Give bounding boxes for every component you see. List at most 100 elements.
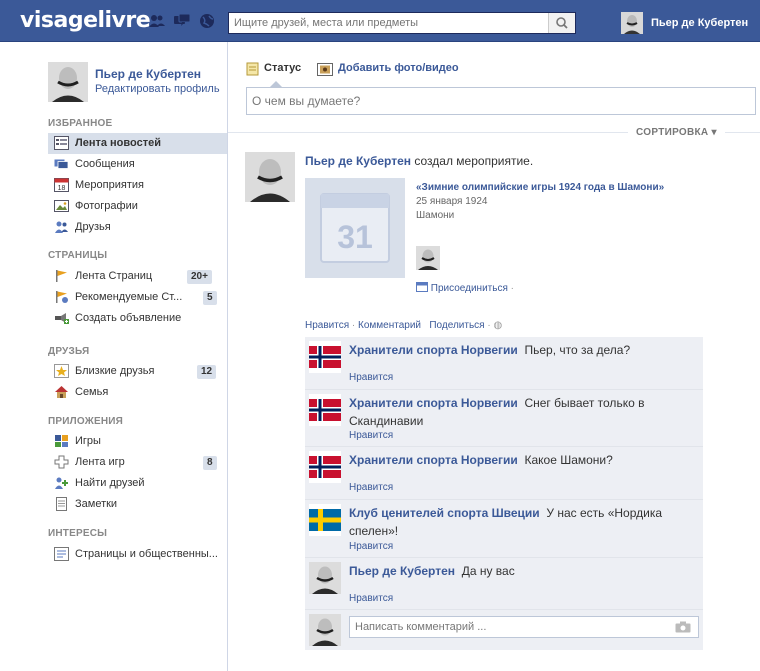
comment-author-link[interactable]: Хранители спорта Норвегии	[349, 453, 518, 467]
top-bar: visagelivre Пьер де Кубертен	[0, 0, 760, 42]
comment-author-link[interactable]: Пьер де Кубертен	[349, 564, 455, 578]
event-calendar-thumbnail[interactable]: 31	[305, 178, 405, 278]
comment-body: Хранители спорта Норвегии Какое Шамони?	[349, 451, 689, 469]
event-title-link[interactable]: «Зимние олимпийские игры 1924 года в Шам…	[416, 182, 664, 193]
photos-icon	[54, 200, 69, 212]
comment-author-link[interactable]: Хранители спорта Норвегии	[349, 396, 518, 410]
games-icon	[55, 435, 68, 447]
main-feed: Статус Добавить фото/видео О чем вы дума…	[228, 42, 760, 671]
profile-avatar[interactable]	[48, 62, 88, 102]
sidebar-item-create-ad[interactable]: Создать объявление	[48, 308, 227, 329]
add-photo-icon	[317, 63, 333, 76]
comment-body: Пьер де Кубертен Да ну вас	[349, 562, 689, 580]
flag-norway-icon[interactable]	[309, 451, 341, 483]
interests-pages-icon	[54, 547, 69, 561]
sidebar-item-find-friends[interactable]: Найти друзей	[48, 473, 227, 494]
search-icon	[556, 17, 568, 29]
comment-text: Какое Шамони?	[524, 453, 613, 467]
sidebar-item-label: Найти друзей	[75, 477, 145, 489]
sidebar-item-label: Лента игр	[75, 456, 125, 468]
comment-text: Да ну вас	[461, 564, 515, 578]
sidebar-item-close-friends[interactable]: Близкие друзья 12	[48, 361, 227, 382]
notifications-globe-icon[interactable]	[198, 13, 216, 29]
event-date: 25 января 1924	[416, 196, 488, 207]
comment-like-link[interactable]: Нравится	[349, 482, 393, 493]
count-badge: 20+	[187, 270, 212, 284]
sidebar-item-news-feed[interactable]: Лента новостей	[48, 133, 227, 154]
tab-add-photo-video[interactable]: Добавить фото/видео	[338, 62, 459, 74]
story-author-avatar[interactable]	[245, 152, 295, 202]
sidebar-item-family[interactable]: Семья	[48, 382, 227, 403]
sidebar-item-events[interactable]: 18 Мероприятия	[48, 175, 227, 196]
sidebar-item-games-feed[interactable]: Лента игр 8	[48, 452, 227, 473]
join-event-link[interactable]: Присоединиться	[431, 283, 508, 294]
sidebar-item-label: Сообщения	[75, 158, 135, 170]
profile-name[interactable]: Пьер де Кубертен	[95, 67, 201, 81]
comment-text: Пьер, что за дела?	[524, 343, 631, 357]
calendar-small-icon	[416, 282, 428, 292]
event-guest-avatar[interactable]	[416, 246, 440, 270]
current-user-avatar	[309, 614, 341, 646]
sidebar-item-interests-pages[interactable]: Страницы и общественны...	[48, 544, 227, 565]
join-event[interactable]: Присоединиться ·	[416, 282, 514, 294]
comment-input-placeholder: Написать комментарий ...	[355, 621, 487, 633]
friend-requests-icon[interactable]	[148, 13, 166, 29]
sidebar-item-photos[interactable]: Фотографии	[48, 196, 227, 217]
tab-status[interactable]: Статус	[264, 62, 301, 74]
sidebar-item-label: Мероприятия	[75, 179, 144, 191]
like-link[interactable]: Нравится	[305, 320, 349, 331]
sort-dropdown[interactable]: СОРТИРОВКА ▾	[628, 127, 725, 138]
status-pencil-icon	[246, 62, 259, 76]
sidebar-item-label: Лента новостей	[75, 137, 161, 149]
logo[interactable]: visagelivre	[20, 8, 151, 33]
sidebar-item-label: Друзья	[75, 221, 111, 233]
story-author-link[interactable]: Пьер де Кубертен	[305, 154, 411, 168]
comment-like-link[interactable]: Нравится	[349, 372, 393, 383]
sidebar-item-recommended-pages[interactable]: Рекомендуемые Ст... 5	[48, 287, 227, 308]
flag-norway-icon[interactable]	[309, 341, 341, 373]
flag-norway-icon[interactable]	[309, 394, 341, 426]
comment-item: Пьер де Кубертен Да ну вас Нравится	[305, 558, 703, 610]
comment-like-link[interactable]: Нравится	[349, 430, 393, 441]
comment-author-link[interactable]: Клуб ценителей спорта Швеции	[349, 506, 540, 520]
messages-icon[interactable]	[173, 13, 191, 29]
news-feed-icon	[54, 136, 69, 150]
sidebar-item-pages-feed[interactable]: Лента Страниц 20+	[48, 266, 227, 287]
search-input[interactable]	[229, 13, 547, 33]
comment-input[interactable]: Написать комментарий ...	[349, 616, 699, 638]
count-badge: 12	[197, 365, 217, 379]
comment-body: Клуб ценителей спорта Швеции У нас есть …	[349, 504, 689, 540]
top-user-name: Пьер де Кубертен	[651, 17, 749, 29]
comment-author-link[interactable]: Хранители спорта Норвегии	[349, 343, 518, 357]
search-box[interactable]	[228, 12, 576, 34]
sidebar-item-label: Фотографии	[75, 200, 138, 212]
section-title-pages: СТРАНИЦЫ	[48, 250, 108, 261]
left-sidebar: Пьер де Кубертен Редактировать профиль И…	[0, 42, 228, 671]
sidebar-item-label: Рекомендуемые Ст...	[75, 291, 183, 303]
sidebar-item-messages[interactable]: Сообщения	[48, 154, 227, 175]
comment-item: Хранители спорта Норвегии Пьер, что за д…	[305, 337, 703, 390]
find-friends-icon	[55, 477, 68, 489]
comment-author-avatar[interactable]	[309, 562, 341, 594]
comment-like-link[interactable]: Нравится	[349, 593, 393, 604]
section-title-interests: ИНТЕРЕСЫ	[48, 528, 108, 539]
comment-item: Клуб ценителей спорта Швеции У нас есть …	[305, 500, 703, 558]
story-header: Пьер де Кубертен создал мероприятие.	[305, 154, 533, 168]
count-badge: 8	[203, 456, 217, 470]
camera-icon[interactable]	[675, 621, 691, 633]
sidebar-item-games[interactable]: Игры	[48, 431, 227, 452]
recommended-pages-icon	[56, 291, 68, 303]
sidebar-item-notes[interactable]: Заметки	[48, 494, 227, 515]
edit-profile-link[interactable]: Редактировать профиль	[95, 83, 220, 95]
flag-sweden-icon[interactable]	[309, 504, 341, 536]
sidebar-item-friends[interactable]: Друзья	[48, 217, 227, 238]
write-comment-row: Написать комментарий ...	[305, 610, 703, 650]
chevron-down-icon: ▾	[711, 127, 717, 138]
notes-icon	[56, 497, 67, 511]
share-link[interactable]: Поделиться	[429, 320, 484, 331]
calendar-icon: 31	[320, 193, 390, 263]
status-input[interactable]: О чем вы думаете?	[246, 87, 756, 115]
search-button[interactable]	[548, 13, 575, 33]
comment-link[interactable]: Комментарий	[358, 320, 421, 331]
comment-like-link[interactable]: Нравится	[349, 541, 393, 552]
